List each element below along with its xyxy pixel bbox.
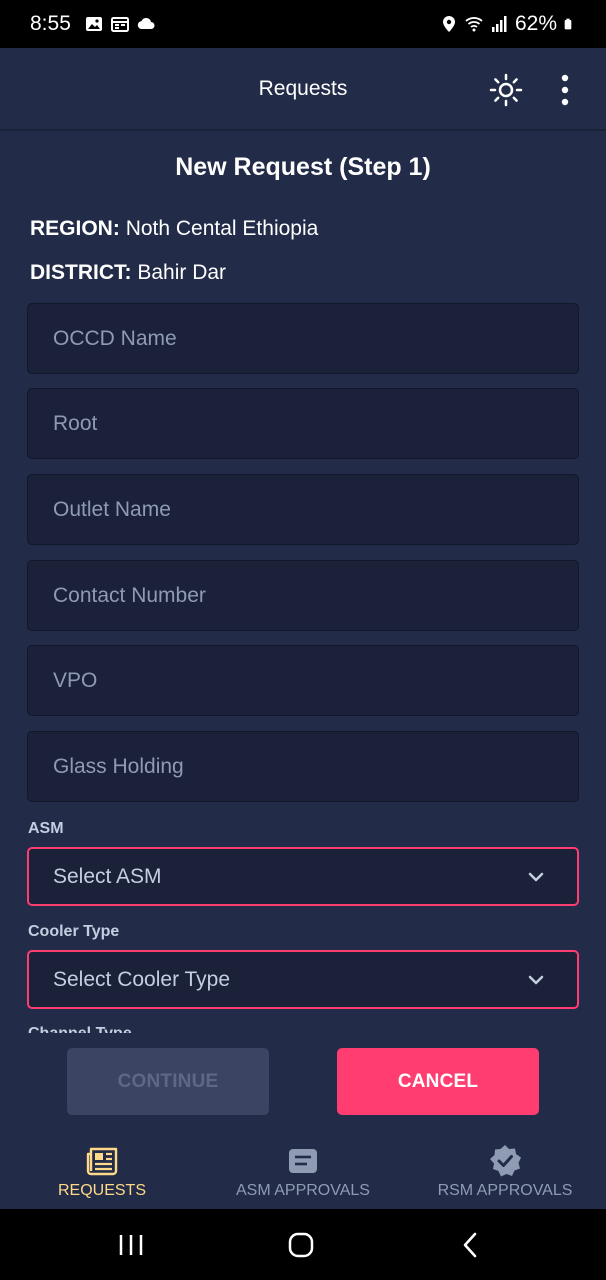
cooler-type-select[interactable]: Select Cooler Type [27, 950, 579, 1009]
occd-name-input[interactable]: OCCD Name [27, 303, 579, 374]
glass-holding-input[interactable]: Glass Holding [27, 731, 579, 802]
district-info: DISTRICT: Bahir Dar [30, 261, 226, 285]
chevron-down-icon [528, 872, 544, 882]
region-value: Noth Cental Ethiopia [125, 217, 319, 240]
cooler-type-select-value: Select Cooler Type [53, 967, 231, 991]
asm-select-value: Select ASM [53, 864, 162, 888]
app-bar: Requests [0, 48, 606, 131]
continue-button[interactable]: CONTINUE [67, 1048, 269, 1115]
asm-select[interactable]: Select ASM [27, 847, 579, 906]
signal-icon [491, 16, 507, 32]
more-vertical-icon[interactable] [550, 72, 580, 108]
asm-label: ASM [28, 820, 64, 837]
vpo-input[interactable]: VPO [27, 645, 579, 716]
nav-label-requests: REQUESTS [57, 1182, 146, 1199]
app-bar-title: Requests [258, 76, 348, 100]
bottom-navigation: REQUESTS ASM APPROVALS RSM APPROVALS [0, 1130, 606, 1209]
wifi-icon [465, 17, 483, 32]
nav-item-rsm-approvals[interactable]: RSM APPROVALS [425, 1130, 585, 1209]
cooler-type-label: Cooler Type [28, 923, 120, 940]
chevron-down-icon [528, 975, 544, 985]
verified-badge-icon [490, 1145, 521, 1177]
page-title: New Request (Step 1) [175, 153, 431, 181]
status-system-icons: 62% [440, 12, 576, 36]
battery-icon [564, 18, 572, 30]
cloud-icon [137, 18, 155, 29]
nav-item-asm-approvals[interactable]: ASM APPROVALS [223, 1130, 383, 1209]
system-navigation-bar [0, 1209, 606, 1280]
nav-item-requests[interactable]: REQUESTS [42, 1130, 162, 1209]
nav-label-rsm-approvals: RSM APPROVALS [437, 1182, 573, 1199]
battery-percent: 62% [514, 12, 557, 35]
status-time: 8:55 [30, 12, 71, 35]
location-icon [442, 16, 455, 32]
message-square-icon [289, 1149, 317, 1173]
district-value: Bahir Dar [137, 261, 227, 284]
newspaper-icon [86, 1147, 118, 1176]
sun-icon[interactable] [488, 72, 524, 108]
status-notification-icons [85, 15, 155, 33]
channel-type-label: Channel Type [28, 1025, 132, 1033]
calendar-icon [110, 17, 129, 32]
request-form: New Request (Step 1) REGION: Noth Cental… [0, 131, 606, 1033]
cancel-button[interactable]: CANCEL [337, 1048, 539, 1115]
gallery-icon [85, 17, 102, 31]
outlet-name-input[interactable]: Outlet Name [27, 474, 579, 545]
home-icon[interactable] [287, 1231, 315, 1259]
region-info: REGION: Noth Cental Ethiopia [30, 217, 318, 241]
status-bar: 8:55 62% [0, 0, 606, 48]
region-label: REGION: [30, 217, 120, 240]
contact-number-input[interactable]: Contact Number [27, 560, 579, 631]
recent-apps-icon[interactable] [117, 1231, 145, 1259]
root-input[interactable]: Root [27, 388, 579, 459]
nav-label-asm-approvals: ASM APPROVALS [236, 1182, 370, 1199]
back-icon[interactable] [457, 1231, 485, 1259]
district-label: DISTRICT: [30, 261, 132, 284]
